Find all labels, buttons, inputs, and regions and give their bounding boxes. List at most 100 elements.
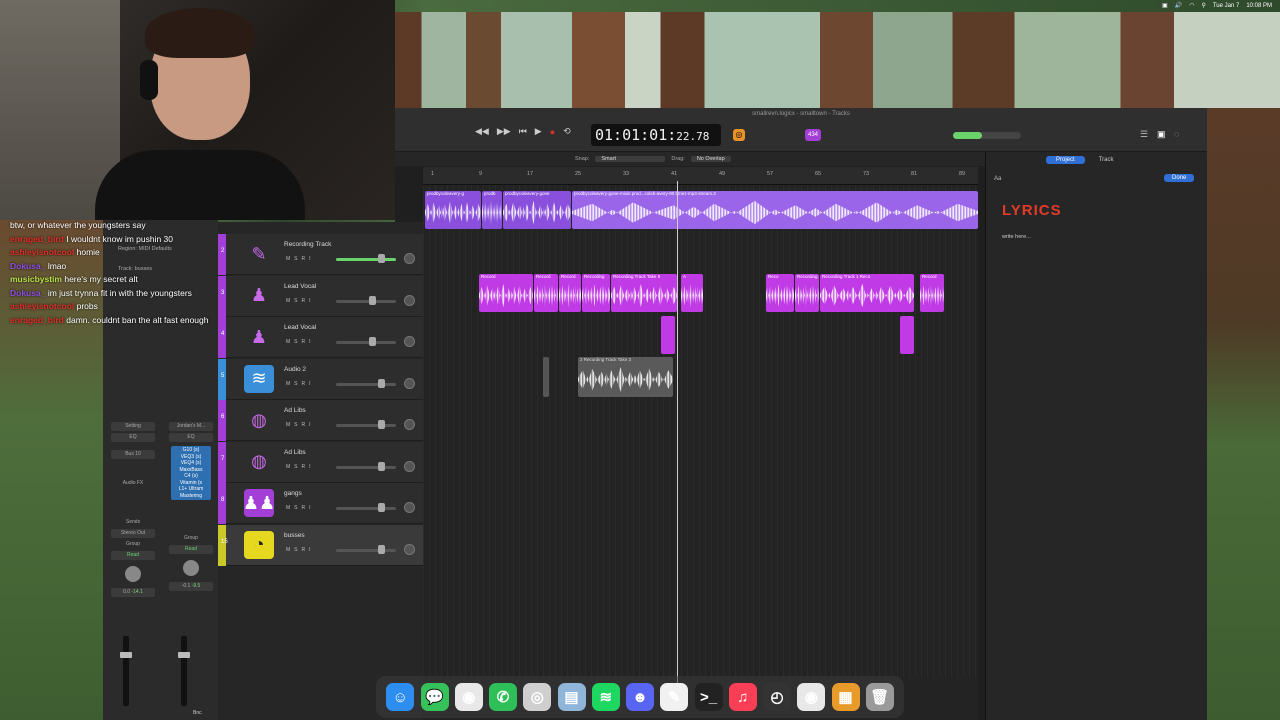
lcd-display[interactable]: 01:01:01:22.78 — [591, 124, 721, 146]
eq-button-2[interactable]: EQ — [169, 433, 213, 442]
chat-username[interactable]: Dokusa_ — [10, 288, 45, 298]
mute-solo-record-buttons[interactable]: MSRI — [286, 422, 315, 428]
activity-icon[interactable]: ◴ — [763, 683, 791, 711]
chat-username[interactable]: ashleyisnotcool — [10, 301, 74, 311]
track-header[interactable]: 7 ◍ Ad Libs MSRI — [218, 441, 423, 483]
track-header[interactable]: 8 ♟♟ gangs MSRI — [218, 483, 423, 524]
tab-track[interactable]: Track — [1089, 156, 1124, 164]
track-volume-slider[interactable] — [336, 548, 396, 552]
track-header[interactable]: 4 ♟ Lead Vocal MSRI — [218, 317, 423, 358]
audio-region[interactable]: prodb — [482, 191, 502, 229]
track-icon[interactable]: ♟♟ — [243, 489, 275, 517]
done-button[interactable]: Done — [1164, 174, 1195, 182]
track-pan-knob[interactable] — [404, 543, 415, 555]
track-icon[interactable]: ≋ — [244, 364, 274, 393]
screen-record-icon[interactable]: ▣ — [1162, 2, 1168, 9]
track-volume-handle[interactable] — [378, 254, 385, 263]
automation-read[interactable]: Read — [111, 551, 155, 560]
mute-solo-record-buttons[interactable]: MSRI — [286, 547, 315, 553]
sends-slot[interactable]: Sends — [111, 518, 155, 527]
volume-fader-track-2[interactable] — [181, 636, 187, 706]
discord-icon[interactable]: ☻ — [626, 683, 654, 711]
track-pan-knob[interactable] — [404, 336, 415, 347]
track-pan-knob[interactable] — [404, 253, 415, 264]
vocal-region[interactable]: Record — [479, 274, 533, 312]
audio2-region[interactable]: 2 Recording Track Take 3 — [578, 357, 673, 397]
finder-icon[interactable]: ☺ — [386, 683, 415, 711]
vocal-region[interactable]: Record — [559, 274, 581, 312]
volume-icon[interactable]: 🔊 — [1175, 2, 1182, 9]
play-icon[interactable]: ▶ — [535, 126, 542, 137]
rewind-icon[interactable]: ◀◀ — [475, 126, 489, 137]
track-name[interactable]: Lead Vocal — [284, 324, 316, 331]
track-pan-knob[interactable] — [404, 502, 415, 513]
key-indicator[interactable]: 434 — [805, 129, 822, 141]
track-volume-slider[interactable] — [336, 465, 396, 469]
eq-button[interactable]: EQ — [111, 433, 155, 442]
audio-region[interactable]: prodbycoleavery-gone — [503, 191, 571, 229]
plugin-slot[interactable]: Mastering — [173, 493, 209, 500]
chrome-alt-icon[interactable]: ◉ — [797, 683, 826, 711]
track-name[interactable]: Recording Track — [284, 241, 331, 248]
audio-region-selected[interactable]: prodbycoleavery-gone-mixin prod...coleb-… — [572, 191, 978, 229]
arrange-area[interactable]: prodbycoleavery-g prodb prodbycoleavery-… — [423, 185, 978, 677]
track-volume-handle[interactable] — [378, 378, 385, 388]
mute-solo-record-buttons[interactable]: MSRI — [286, 505, 315, 511]
forward-icon[interactable]: ▶▶ — [497, 126, 511, 137]
track-volume-slider[interactable] — [336, 341, 396, 344]
chat-username[interactable]: enraged_bird — [10, 315, 64, 325]
vocal-region[interactable]: Record — [920, 274, 944, 312]
search-icon[interactable]: ⚲ — [1201, 2, 1205, 9]
track-header[interactable]: 3 ♟ Lead Vocal MSRI — [218, 275, 423, 317]
vocal-region[interactable]: Recording — [582, 274, 610, 312]
pan-knob[interactable] — [125, 566, 141, 582]
drag-select[interactable]: No Overlap — [690, 156, 731, 162]
audio2-region[interactable] — [543, 357, 549, 397]
archive-icon[interactable]: ▦ — [831, 683, 860, 711]
chat-username[interactable]: enraged_bird — [10, 234, 64, 244]
track-volume-handle[interactable] — [378, 461, 385, 471]
setting-button-2[interactable]: Jordan's M... — [169, 422, 213, 431]
lyrics-text-area[interactable]: write here... — [1002, 234, 1031, 240]
list-editor-icon[interactable]: ☰ — [1140, 129, 1148, 140]
track-pan-knob[interactable] — [404, 419, 415, 430]
track-pan-knob[interactable] — [404, 294, 415, 306]
track-header[interactable]: 6 ◍ Ad Libs MSRI — [218, 400, 423, 441]
snap-select[interactable]: Smart — [595, 156, 666, 162]
mute-solo-record-buttons[interactable]: MSRI — [286, 256, 315, 262]
messages-icon[interactable]: 💬 — [420, 683, 449, 711]
track-volume-handle[interactable] — [369, 337, 376, 346]
vocal-region[interactable]: Recording — [795, 274, 819, 312]
track-pan-knob[interactable] — [404, 460, 415, 472]
chat-username[interactable]: ashleyisnotcool — [10, 247, 74, 257]
track-icon[interactable]: ◔ — [244, 530, 274, 559]
chat-username[interactable]: musicbystim — [10, 274, 62, 284]
output-slot[interactable]: Stereo Out — [111, 529, 155, 538]
track-icon[interactable]: ♟ — [244, 282, 274, 310]
plugin-list[interactable]: G10 (s) VEQ3 (s) VEQ4 (s) MaxxBass C4 (s… — [171, 446, 211, 500]
volume-fader-track[interactable] — [123, 636, 129, 706]
track-pan-knob[interactable] — [404, 377, 415, 389]
vocal-region[interactable]: Recording Track 1 Reco — [820, 274, 914, 312]
track-icon[interactable]: ♟ — [244, 323, 274, 351]
track-header[interactable]: 2 ✎ Recording Track MSRI — [218, 234, 423, 275]
vocal-region[interactable]: Reco — [766, 274, 794, 312]
chat-username[interactable]: Dokusa_ — [10, 261, 45, 271]
mute-solo-record-buttons[interactable]: MSRI — [286, 339, 315, 345]
menu-time[interactable]: 10:08 PM — [1246, 3, 1272, 9]
track-volume-slider[interactable] — [336, 299, 396, 303]
lyrics-title[interactable]: LYRICS — [1002, 202, 1062, 219]
audio-fx-slot[interactable]: Audio FX — [111, 479, 155, 488]
logic-icon[interactable]: ◎ — [523, 683, 552, 711]
textedit-icon[interactable]: ✎ — [660, 683, 689, 711]
vocal-region[interactable]: A — [681, 274, 703, 312]
bar-ruler[interactable]: 1 9 17 25 33 41 49 57 65 73 81 89 — [423, 167, 978, 185]
track-icon[interactable]: ◍ — [244, 406, 274, 434]
track-name[interactable]: Ad Libs — [284, 449, 306, 456]
mute-solo-record-buttons[interactable]: MSRI — [286, 381, 315, 387]
track-volume-slider[interactable] — [336, 507, 396, 510]
to-start-icon[interactable]: ⏮ — [519, 126, 527, 137]
input-bus[interactable]: Bus 10 — [111, 450, 155, 459]
track-name[interactable]: Audio 2 — [284, 366, 306, 373]
track-icon[interactable]: ◍ — [244, 448, 274, 476]
